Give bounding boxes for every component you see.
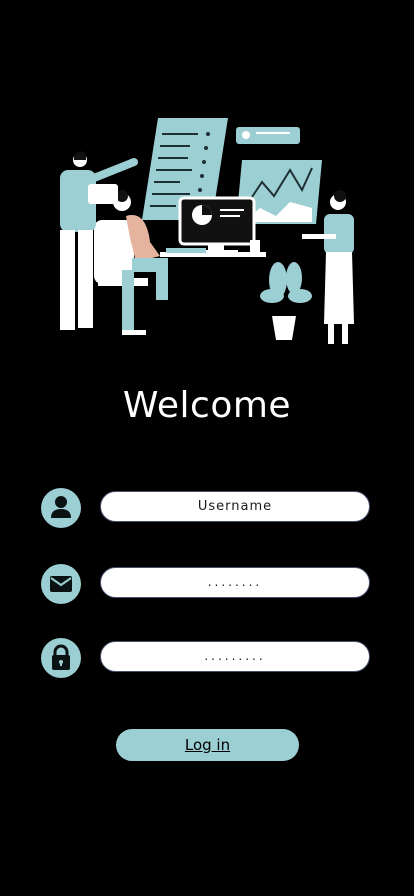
password-field[interactable]: ......... [100,641,370,672]
team-illustration [50,112,370,352]
login-button[interactable]: Log in [116,729,299,761]
email-field[interactable]: ........ [100,567,370,598]
mail-icon [41,564,81,604]
welcome-title: Welcome [122,385,292,426]
username-field[interactable]: Username [100,491,370,522]
username-row: Username [0,486,414,530]
monitor [178,196,256,254]
email-row: ........ [0,562,414,606]
lock-icon [41,638,81,678]
plant [260,262,312,340]
password-row: ......... [0,636,414,680]
user-icon [41,488,81,528]
